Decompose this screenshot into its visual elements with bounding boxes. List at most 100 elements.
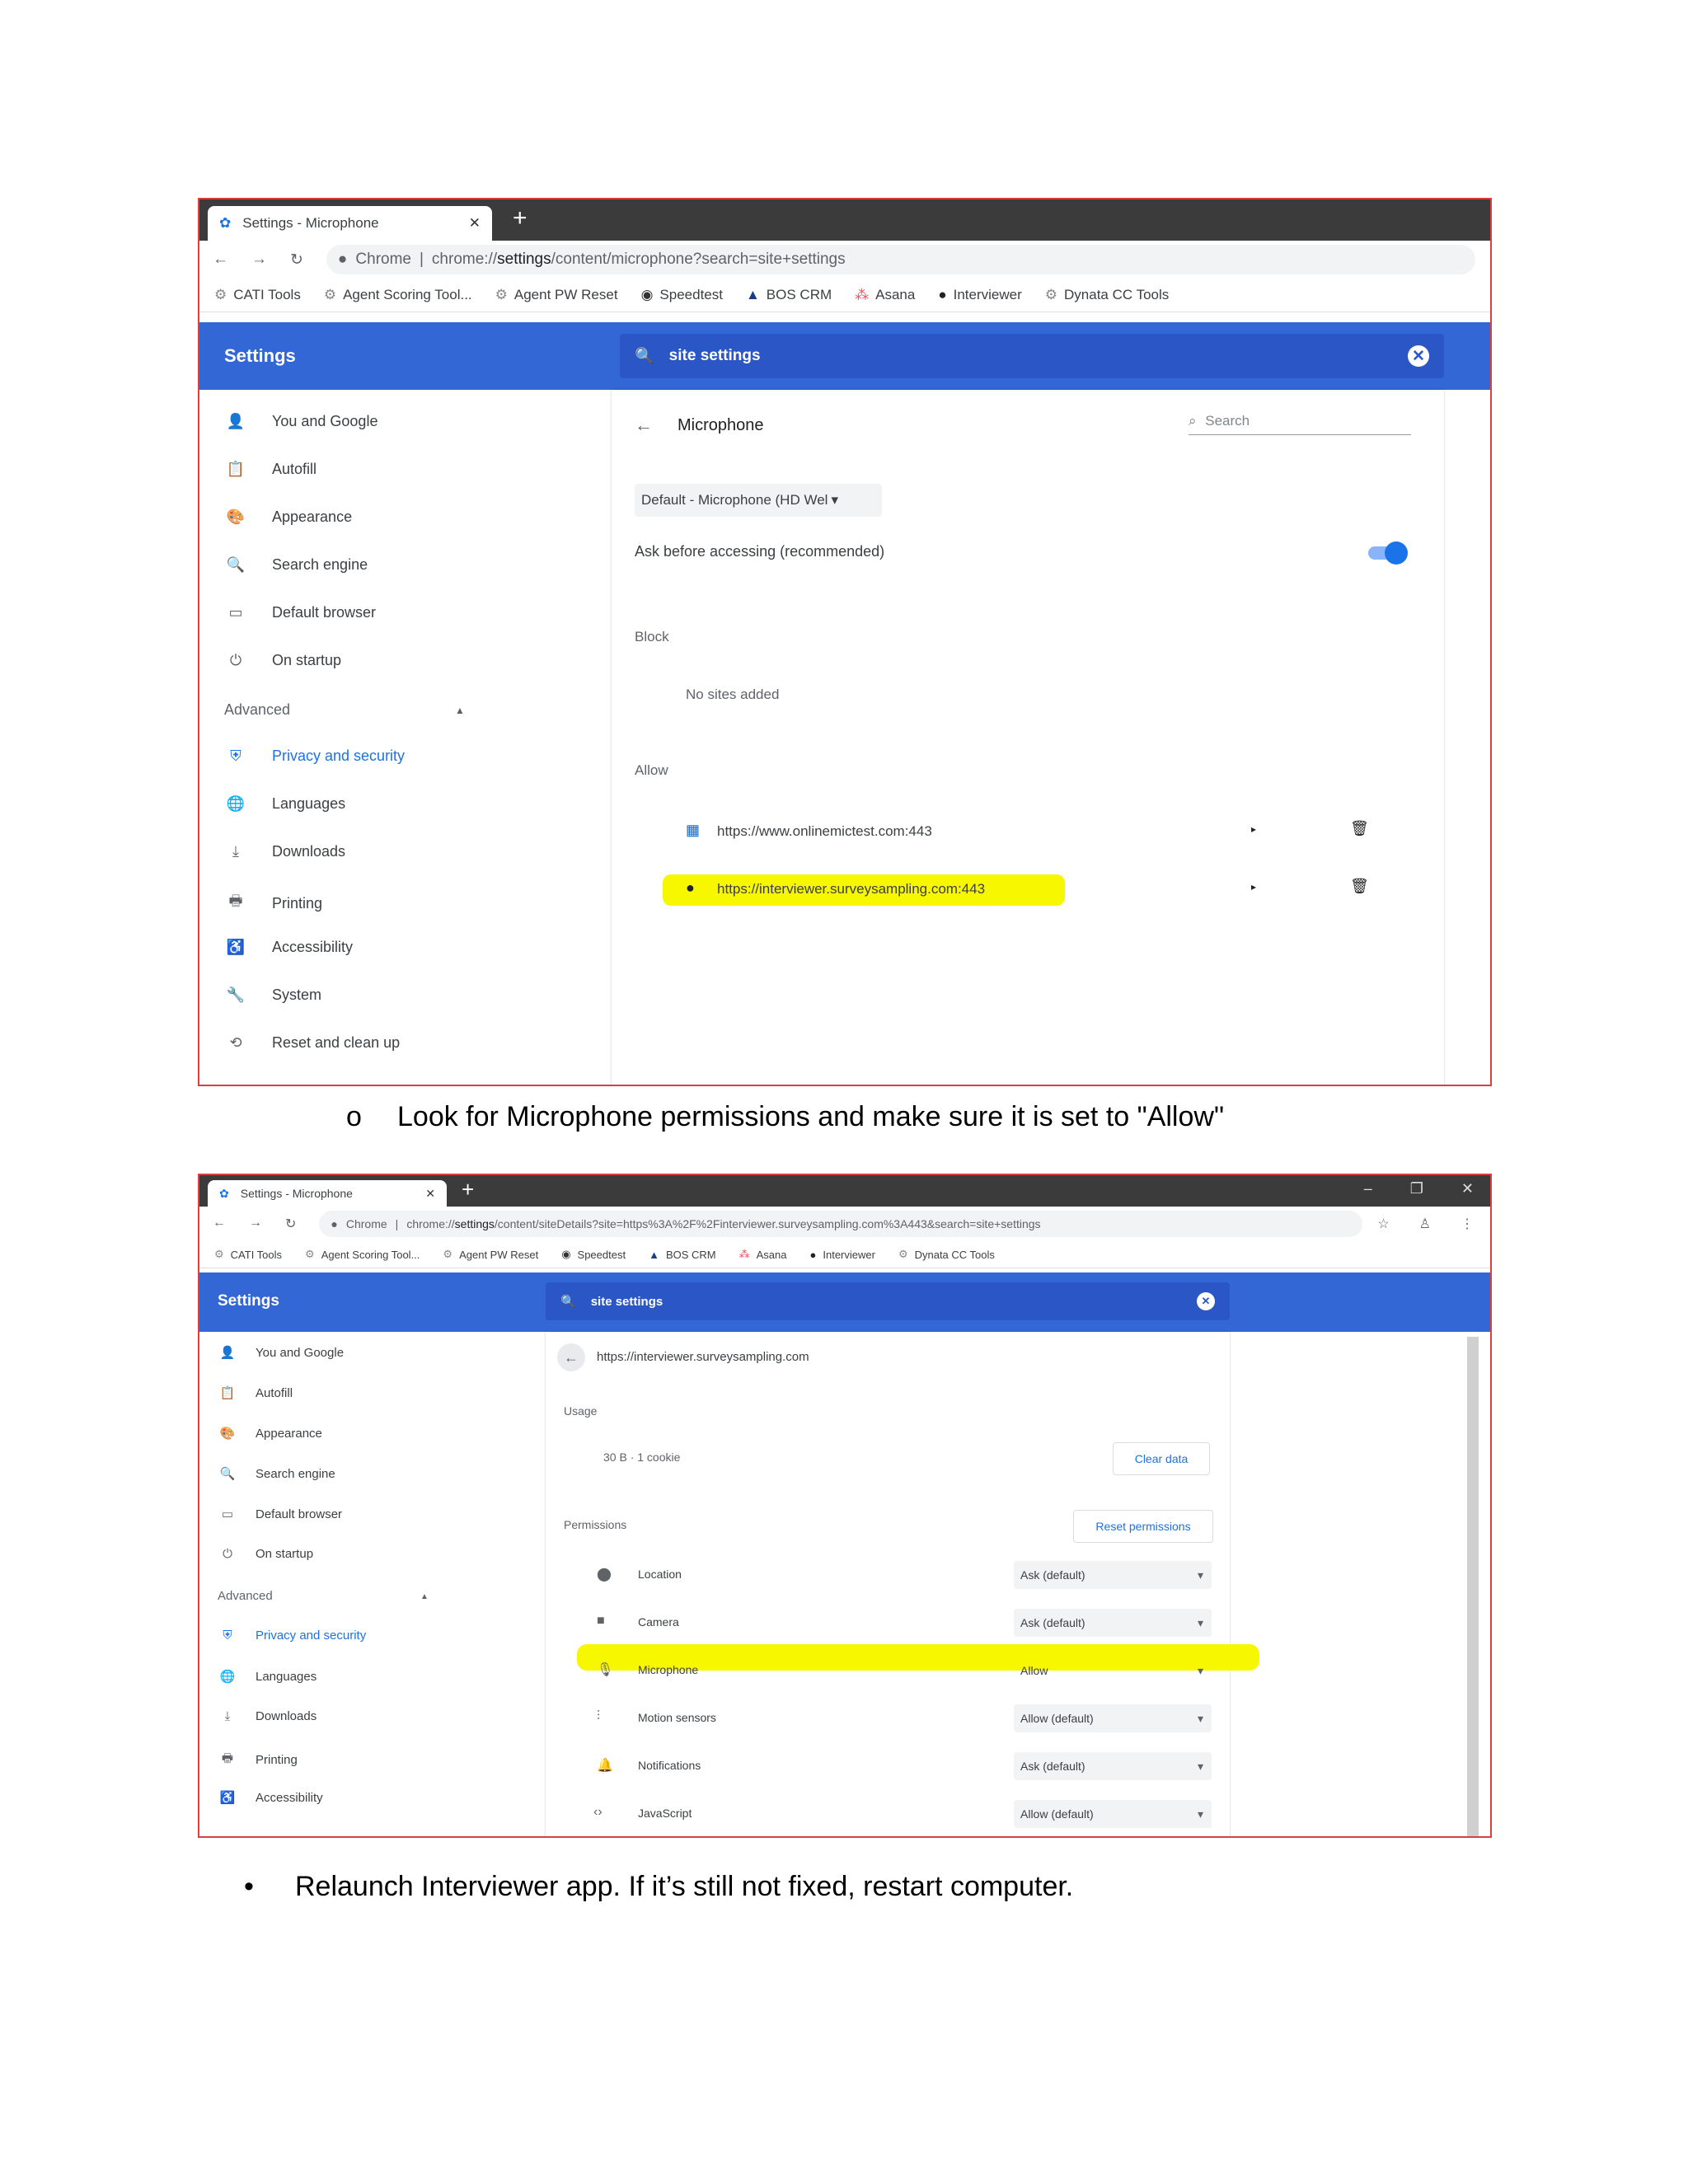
bookmark-asana[interactable]: ⁂ Asana (855, 287, 915, 303)
forward-arrow-icon[interactable]: → (251, 251, 267, 269)
url-field[interactable]: ● Chrome | chrome://settings/content/mic… (326, 245, 1475, 274)
permission-select[interactable]: Allow (default) ▾ (1014, 1704, 1212, 1732)
site-info-icon[interactable]: ● (338, 251, 347, 269)
window-close-icon[interactable]: ✕ (1461, 1180, 1474, 1197)
sidebar-item-on-startup[interactable]: ⏻ On startup (199, 1547, 313, 1561)
sidebar-item-accessibility[interactable]: ♿ Accessibility (199, 1790, 323, 1806)
bookmark-star-icon[interactable]: ☆ (1377, 1216, 1389, 1232)
trash-icon[interactable]: 🗑 (1350, 820, 1369, 837)
bookmark-asana[interactable]: ⁂ Asana (739, 1248, 787, 1261)
bookmark-speedtest[interactable]: ◉ Speedtest (561, 1248, 626, 1261)
bookmark-agent-scoring[interactable]: ⚙ Agent Scoring Tool... (324, 287, 472, 303)
gear-icon: ⚙ (305, 1248, 315, 1260)
shield-icon: ⛨ (230, 748, 241, 764)
clear-data-button[interactable]: Clear data (1113, 1442, 1210, 1475)
bookmark-interviewer[interactable]: ● Interviewer (810, 1249, 875, 1261)
microphone-device-select[interactable]: Default - Microphone (HD Wel ▾ (635, 484, 882, 517)
ask-before-accessing-toggle[interactable] (1368, 541, 1408, 565)
browser-tab[interactable]: ✿ Settings - Microphone ✕ (208, 206, 492, 241)
profile-icon[interactable]: ♙ (1419, 1216, 1431, 1232)
sidebar-item-search-engine[interactable]: 🔍 Search engine (199, 1466, 335, 1482)
sidebar-item-you-and-google[interactable]: 👤 You and Google (199, 1345, 344, 1361)
close-tab-icon[interactable]: ✕ (425, 1187, 435, 1201)
url-field[interactable]: ● Chrome | chrome://settings/content/sit… (319, 1211, 1363, 1237)
new-tab-icon[interactable]: + (462, 1177, 474, 1202)
sidebar-item-default-browser[interactable]: ▭ Default browser (199, 604, 376, 621)
sidebar-item-search-engine[interactable]: 🔍 Search engine (199, 556, 368, 574)
sidebar-item-reset-and-clean-up[interactable]: ⟲ Reset and clean up (199, 1034, 400, 1052)
sidebar-item-accessibility[interactable]: ♿ Accessibility (199, 939, 353, 956)
reset-permissions-button[interactable]: Reset permissions (1073, 1510, 1213, 1543)
restore-icon[interactable]: ❐ (1410, 1180, 1423, 1197)
sidebar-advanced-toggle[interactable]: Advanced ▲ (218, 1589, 432, 1603)
dropdown-arrow-icon: ▾ (1197, 1711, 1203, 1725)
bookmark-interviewer[interactable]: ● Interviewer (938, 287, 1021, 303)
allow-heading: Allow (635, 762, 668, 778)
bookmark-cati-tools[interactable]: ⚙ CATI Tools (214, 287, 301, 303)
sidebar-item-default-browser[interactable]: ▭ Default browser (199, 1507, 342, 1522)
settings-search[interactable]: 🔍 site settings ✕ (620, 334, 1444, 378)
reload-icon[interactable]: ↻ (285, 1216, 296, 1232)
permission-select[interactable]: Ask (default) ▾ (1014, 1609, 1212, 1637)
menu-dots-icon[interactable]: ⋮ (1461, 1216, 1474, 1232)
back-arrow-icon[interactable]: ← (557, 1343, 585, 1371)
permission-select[interactable]: Allow (default) ▾ (1014, 1800, 1212, 1828)
caret-up-icon: ▲ (420, 1592, 429, 1601)
motion-sensor-icon: ⫶ (597, 1709, 601, 1723)
close-tab-icon[interactable]: ✕ (469, 215, 481, 232)
sidebar-item-appearance[interactable]: 🎨 Appearance (199, 1426, 322, 1441)
sidebar-advanced-toggle[interactable]: Advanced ▲ (224, 701, 471, 719)
allow-site-row[interactable]: ▦ https://www.onlinemictest.com:443 ▸ 🗑 (661, 818, 1419, 851)
permission-select[interactable]: Allow ▾ (1014, 1657, 1212, 1685)
sidebar-item-you-and-google[interactable]: 👤 You and Google (199, 413, 378, 430)
sidebar-item-privacy-and-security[interactable]: ⛨ Privacy and security (199, 1629, 366, 1643)
sidebar-item-languages[interactable]: 🌐 Languages (199, 1669, 317, 1685)
trash-icon[interactable]: 🗑 (1350, 878, 1369, 895)
sidebar-item-downloads[interactable]: ⤓ Downloads (199, 843, 345, 860)
bookmark-bos-crm[interactable]: ▲ BOS CRM (746, 287, 832, 303)
clear-search-icon[interactable]: ✕ (1197, 1292, 1215, 1310)
screenshot-site-details: ✿ Settings - Microphone ✕ + – ❐ ✕ ← → ↻ … (198, 1174, 1492, 1838)
sidebar-item-on-startup[interactable]: ⏻ On startup (199, 652, 341, 669)
forward-arrow-icon[interactable]: → (249, 1216, 262, 1232)
code-icon: ‹› (593, 1805, 603, 1819)
sidebar-item-system[interactable]: 🔧 System (199, 987, 321, 1004)
site-info-icon[interactable]: ● (331, 1217, 337, 1230)
expand-arrow-icon[interactable]: ▸ (1251, 881, 1256, 893)
sidebar-item-languages[interactable]: 🌐 Languages (199, 795, 345, 813)
sidebar-item-appearance[interactable]: 🎨 Appearance (199, 509, 352, 526)
bookmark-dynata-cc-tools[interactable]: ⚙ Dynata CC Tools (898, 1248, 995, 1261)
bookmark-speedtest[interactable]: ◉ Speedtest (641, 287, 723, 303)
permission-select[interactable]: Ask (default) ▾ (1014, 1752, 1212, 1780)
gear-icon: ⚙ (323, 287, 337, 302)
back-arrow-icon[interactable]: ← (635, 415, 653, 436)
bookmark-cati-tools[interactable]: ⚙ CATI Tools (214, 1248, 282, 1261)
sidebar-item-printing[interactable]: 🖶 Printing (199, 891, 323, 916)
new-tab-icon[interactable]: + (513, 204, 528, 232)
sidebar-item-autofill[interactable]: 📋 Autofill (199, 1385, 293, 1401)
reload-icon[interactable]: ↻ (290, 251, 303, 269)
back-arrow-icon[interactable]: ← (213, 251, 228, 269)
speedometer-icon: ◉ (561, 1248, 571, 1260)
subpage-search-input[interactable]: ⌕ Search (1189, 413, 1411, 435)
dropdown-arrow-icon: ▾ (831, 492, 838, 508)
bookmark-dynata-cc-tools[interactable]: ⚙ Dynata CC Tools (1045, 287, 1170, 303)
expand-arrow-icon[interactable]: ▸ (1251, 823, 1256, 835)
bookmark-bos-crm[interactable]: ▲ BOS CRM (649, 1249, 716, 1261)
sidebar-item-privacy-and-security[interactable]: ⛨ Privacy and security (199, 748, 405, 765)
gear-icon: ⚙ (443, 1248, 453, 1260)
permission-select[interactable]: Ask (default) ▾ (1014, 1561, 1212, 1589)
bookmark-agent-scoring[interactable]: ⚙ Agent Scoring Tool... (305, 1248, 420, 1261)
allow-site-row[interactable]: ● https://interviewer.surveysampling.com… (661, 876, 1419, 909)
bookmark-agent-pw-reset[interactable]: ⚙ Agent PW Reset (495, 287, 618, 303)
browser-tab[interactable]: ✿ Settings - Microphone ✕ (208, 1180, 447, 1207)
clear-search-icon[interactable]: ✕ (1408, 345, 1429, 367)
sidebar-item-autofill[interactable]: 📋 Autofill (199, 461, 316, 478)
sidebar-item-printing[interactable]: 🖶 Printing (199, 1750, 298, 1770)
back-arrow-icon[interactable]: ← (213, 1216, 226, 1232)
settings-search[interactable]: 🔍 site settings ✕ (546, 1282, 1230, 1320)
minimize-icon[interactable]: – (1364, 1180, 1372, 1197)
sidebar-item-downloads[interactable]: ⤓ Downloads (199, 1709, 317, 1723)
bookmark-agent-pw-reset[interactable]: ⚙ Agent PW Reset (443, 1248, 538, 1261)
vertical-scrollbar[interactable] (1467, 1337, 1479, 1836)
